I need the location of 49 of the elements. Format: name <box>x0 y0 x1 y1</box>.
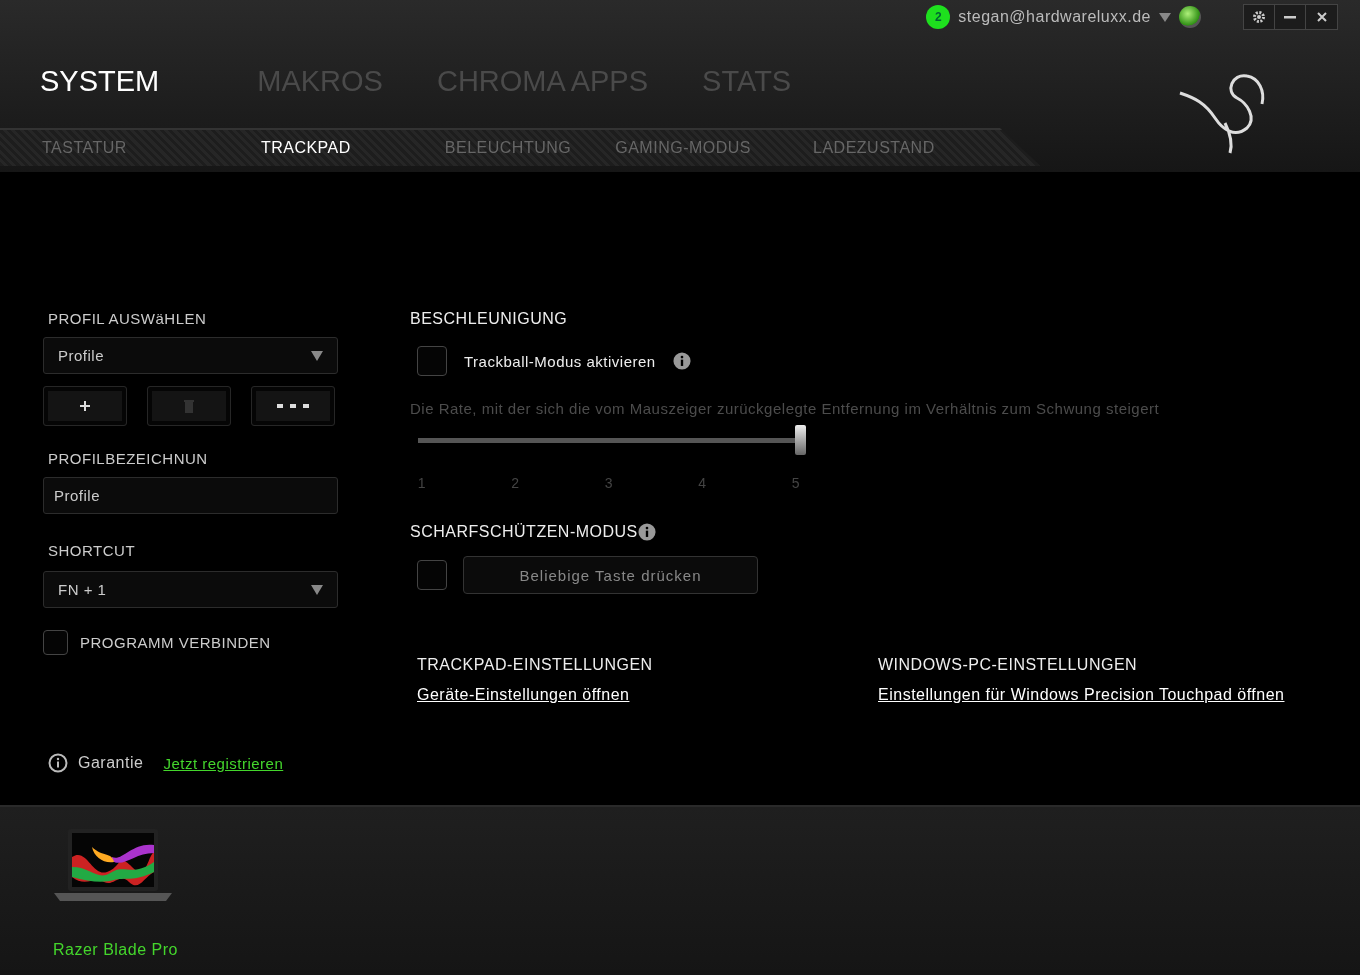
info-icon[interactable] <box>672 352 691 370</box>
tick-label: 4 <box>697 475 708 491</box>
field-label: SHORTCUT <box>48 542 137 559</box>
description-text: Die Rate, mit der sich die vom Mauszeiger zurückgelegte Entfernung im Verhältnis zum Schwung steigert <box>410 400 1161 417</box>
caret-icon <box>311 350 323 361</box>
main-tab[interactable]: SYSTEM <box>40 64 160 98</box>
checkbox[interactable] <box>417 560 447 590</box>
profile-dropdown[interactable]: Profile <box>43 337 338 374</box>
minimize-icon <box>1284 15 1296 19</box>
account-email[interactable]: stegan@hardwareluxx.de <box>958 8 1151 26</box>
tick-label: 3 <box>603 475 615 491</box>
info-icon[interactable] <box>637 523 656 541</box>
sub-tab[interactable]: TRACKPAD <box>260 139 351 157</box>
key-capture-button[interactable]: Beliebige Taste drücken <box>463 556 758 594</box>
caret-icon <box>311 584 323 595</box>
checkbox[interactable] <box>417 346 447 376</box>
slider-thumb[interactable] <box>794 425 806 455</box>
close-icon <box>1316 12 1327 22</box>
settings-link[interactable]: Geräte-Einstellungen öffnen <box>417 686 878 704</box>
device-name[interactable]: Razer Blade Pro <box>53 941 1360 959</box>
settings-heading: WINDOWS-PC-EINSTELLUNGEN <box>878 656 1139 674</box>
close-button[interactable] <box>1306 5 1337 29</box>
plus-icon <box>79 400 91 412</box>
trash-icon <box>184 399 194 413</box>
tick-label: 5 <box>790 475 802 491</box>
settings-link[interactable]: Einstellungen für Windows Precision Touchpad öffnen <box>878 686 1360 704</box>
info-icon <box>48 753 68 773</box>
checkbox[interactable] <box>43 630 68 655</box>
checkbox-label: Trackball-Modus aktivieren <box>464 352 656 370</box>
tick-label: 2 <box>510 475 521 491</box>
tick-label: 1 <box>416 475 428 491</box>
settings-heading: TRACKPAD-EINSTELLUNGEN <box>417 656 654 674</box>
minimize-button[interactable] <box>1275 5 1306 29</box>
warranty-label: Garantie <box>78 754 144 772</box>
status-icon[interactable] <box>1179 6 1201 28</box>
field-label: PROFILBEZEICHNUN <box>48 450 209 467</box>
gear-icon <box>1252 10 1266 24</box>
notification-badge[interactable]: 2 <box>926 5 951 29</box>
section-heading: BESCHLEUNIGUNG <box>410 310 569 328</box>
checkbox-label: PROGRAMM VERBINDEN <box>80 634 271 651</box>
dots-icon <box>275 403 311 409</box>
more-button[interactable] <box>251 386 335 426</box>
profile-name-field[interactable]: Profile <box>43 477 338 514</box>
settings-button[interactable] <box>1244 5 1275 29</box>
section-heading: SCHARFSCHÜTZEN-MODUS <box>410 523 638 541</box>
field-label: PROFIL AUSWäHLEN <box>48 310 208 327</box>
register-link[interactable]: Jetzt registrieren <box>163 754 284 772</box>
caret-icon[interactable] <box>1159 12 1171 22</box>
shortcut-dropdown[interactable]: FN + 1 <box>43 571 338 608</box>
